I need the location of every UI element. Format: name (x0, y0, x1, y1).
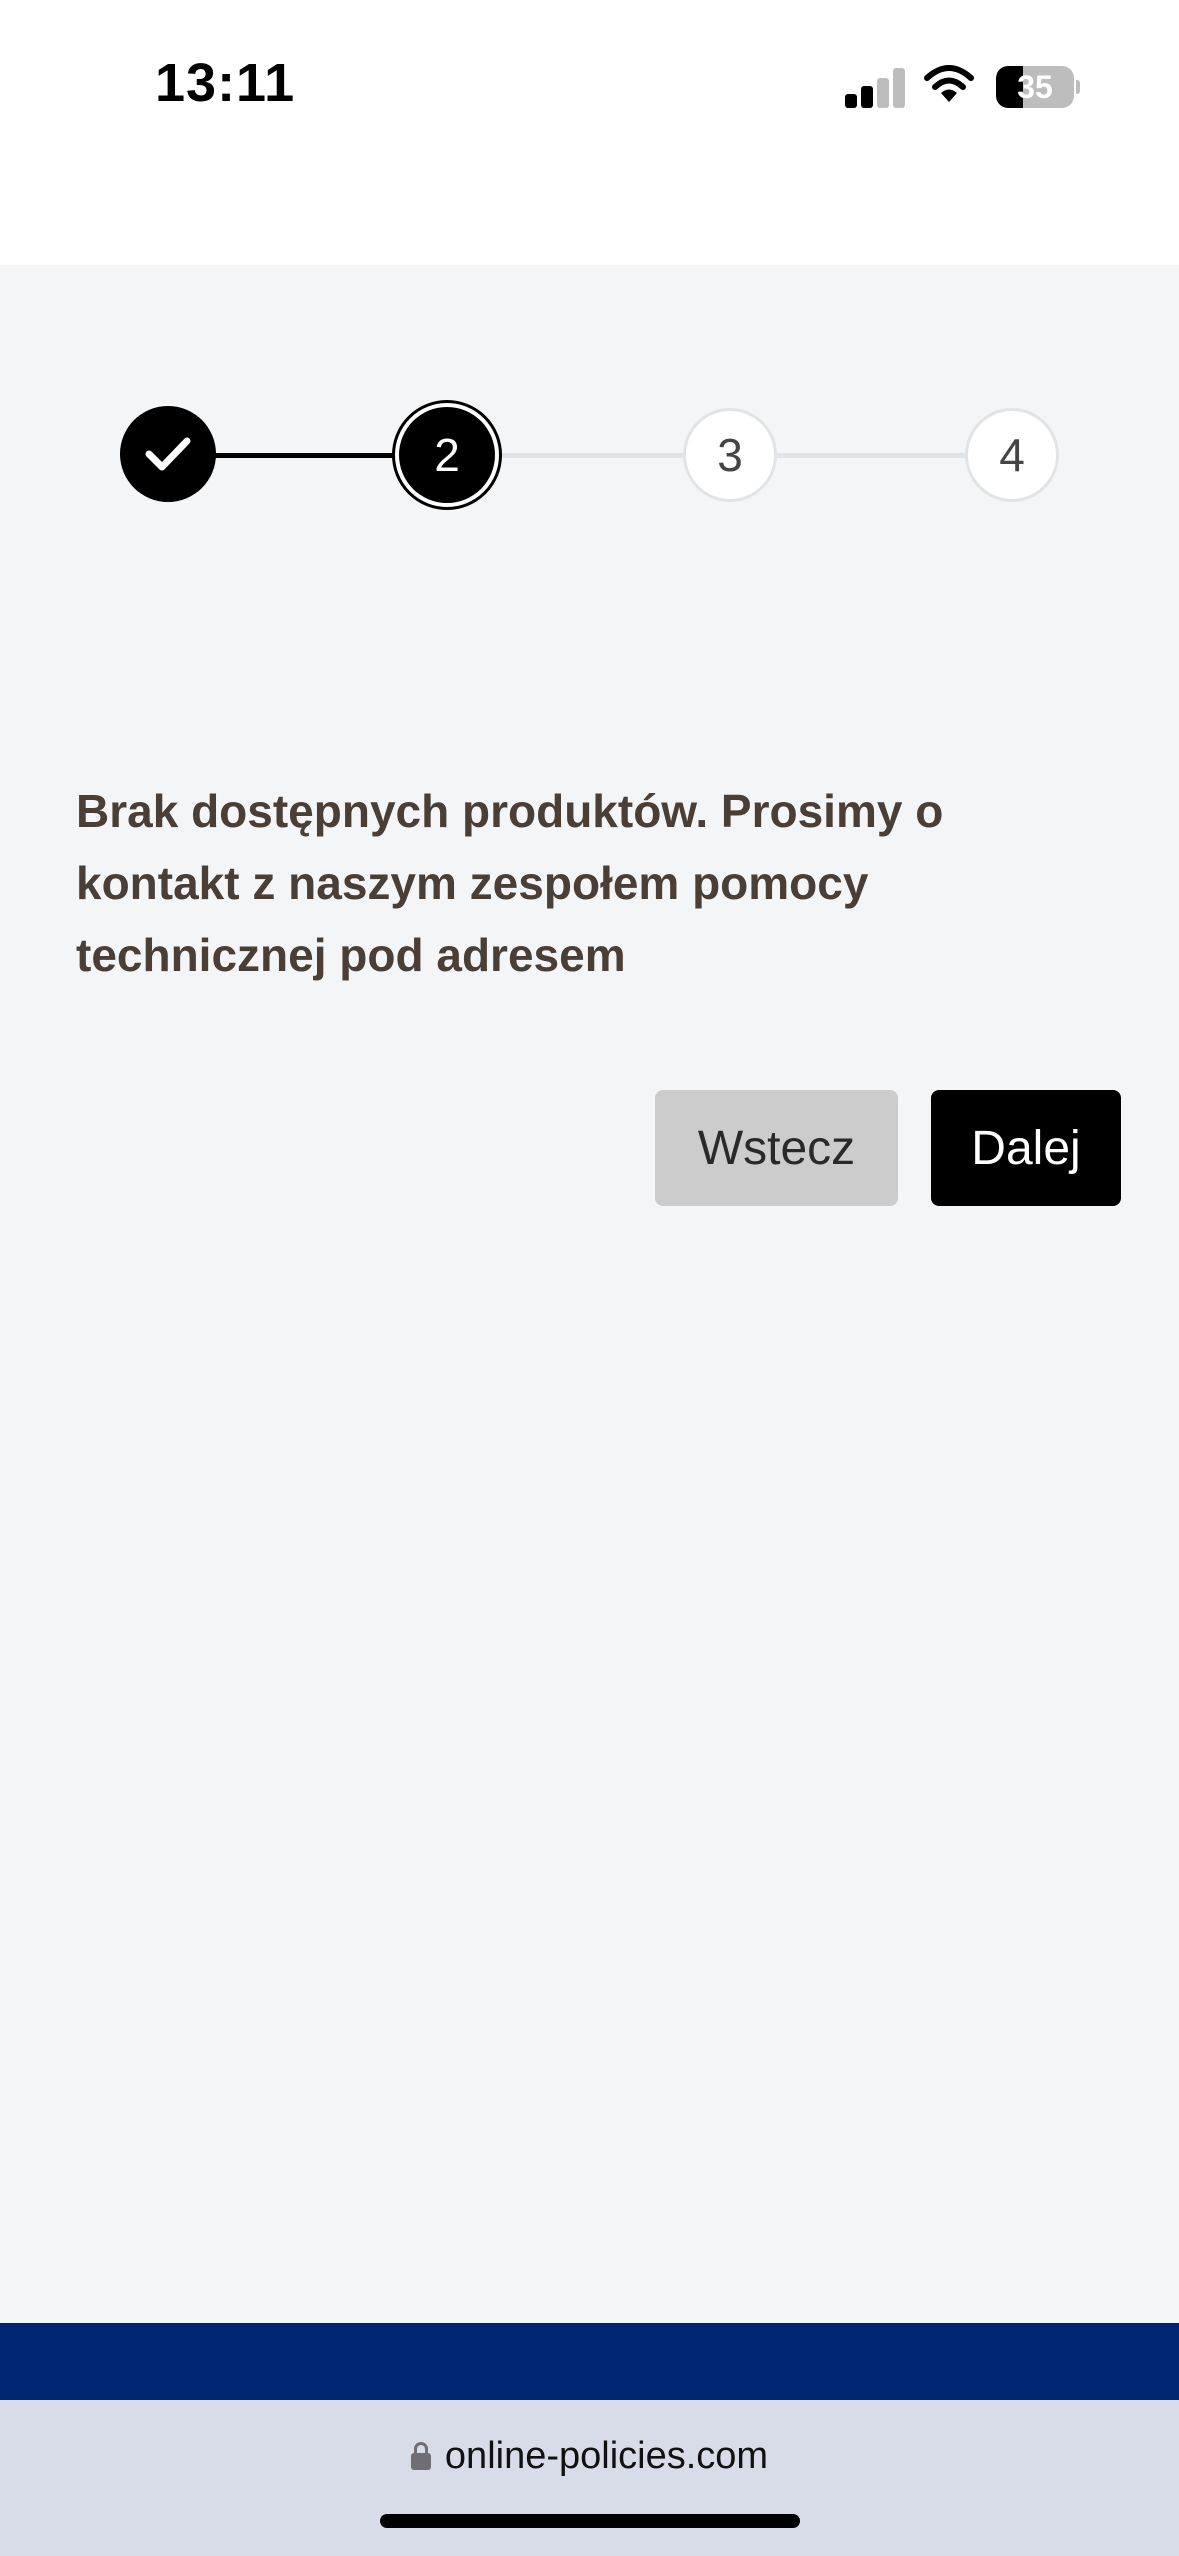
next-button[interactable]: Dalej (931, 1090, 1121, 1206)
cellular-signal-icon (845, 68, 905, 108)
battery-level: 35 (1017, 69, 1053, 105)
step-2-label: 2 (399, 407, 495, 503)
no-products-message: Brak dostępnych produktów. Prosimy o kon… (76, 785, 944, 981)
status-bar: 13:11 35 (0, 0, 1179, 265)
home-indicator[interactable] (380, 2514, 800, 2528)
screen: 13:11 35 2 3 4 Brak dostępnych produktów… (0, 0, 1179, 2556)
back-button[interactable]: Wstecz (655, 1090, 898, 1206)
lock-icon (410, 2442, 431, 2470)
step-1-completed (120, 406, 216, 502)
step-3: 3 (683, 408, 777, 502)
footer-band (0, 2323, 1179, 2400)
battery-body: 35 (996, 66, 1074, 108)
url-text: online-policies.com (444, 2435, 769, 2477)
status-time: 13:11 (155, 53, 296, 113)
battery-cap (1076, 80, 1080, 94)
step-4: 4 (965, 408, 1059, 502)
progress-stepper: 2 3 4 (120, 400, 1060, 510)
wifi-icon (924, 65, 974, 102)
step-2-active: 2 (392, 400, 502, 510)
check-icon (145, 437, 191, 471)
url-display[interactable]: online-policies.com (0, 2435, 1179, 2478)
battery-icon: 35 (996, 66, 1080, 108)
browser-address-bar[interactable]: online-policies.com (0, 2400, 1179, 2556)
